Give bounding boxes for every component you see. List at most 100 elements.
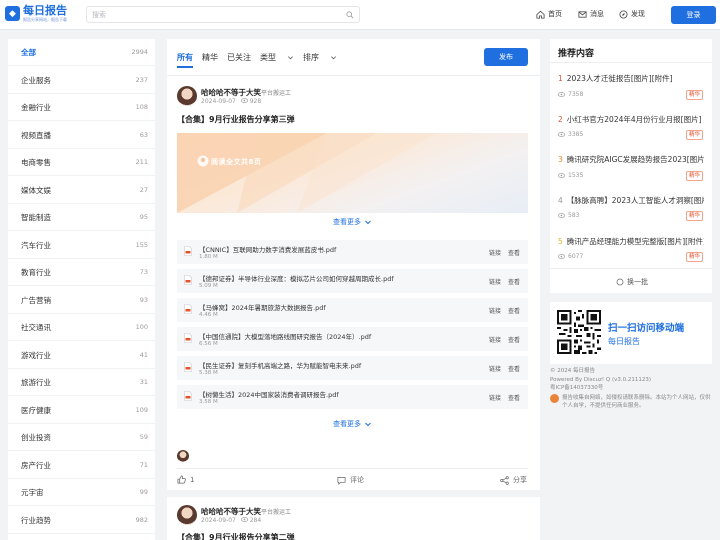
- post-title[interactable]: 【合集】9月行业报告分享第二弹: [177, 532, 295, 540]
- read-more-link[interactable]: 查看更多: [333, 217, 372, 227]
- sidebar-item-gaming[interactable]: 游戏行业 41: [8, 342, 155, 369]
- sidebar-item-manufacturing[interactable]: 智能制造 95: [8, 204, 155, 231]
- attachment-name[interactable]: 【民生证券】复刻手机高端之路，华为赋能智电未来.pdf: [199, 360, 361, 370]
- recommend-item[interactable]: 2 小红书官方2024年4月份行业月报[图片]: [558, 114, 704, 125]
- attachment-link-button[interactable]: 链接: [489, 393, 501, 402]
- sidebar-item-count: 237: [135, 76, 148, 84]
- chevron-down-icon: [365, 220, 371, 225]
- comment-button[interactable]: 评论: [337, 475, 364, 485]
- like-button[interactable]: 1: [177, 475, 194, 484]
- attachment-name[interactable]: 【CNNIC】互联网助力数字消费发展蓝皮书.pdf: [199, 244, 336, 254]
- sidebar-item-video[interactable]: 视频直播 63: [8, 122, 155, 149]
- sidebar-item-auto[interactable]: 汽车行业 155: [8, 232, 155, 259]
- search-input[interactable]: 搜索: [86, 6, 360, 23]
- attachment-name[interactable]: 【马蜂窝】2024年暑期旅游大数据报告.pdf: [199, 302, 326, 312]
- attachment-view-button[interactable]: 查看: [508, 393, 520, 402]
- attachment-name[interactable]: 【树懒生活】2024中国家装消费者调研报告.pdf: [199, 389, 339, 399]
- sidebar-item-trends[interactable]: 行业趋势 982: [8, 507, 155, 534]
- post-cover-image[interactable]: 阅读全文共8页: [177, 133, 528, 213]
- post-author[interactable]: 哈哈哈不等于大笑: [201, 87, 261, 98]
- avatar[interactable]: [177, 505, 197, 525]
- sidebar-item-label: 电商零售: [21, 157, 51, 167]
- like-count: 1: [190, 475, 195, 484]
- sidebar-item-advertising[interactable]: 广告营销 93: [8, 287, 155, 314]
- logo-text: 每日报告: [23, 4, 67, 17]
- attachment-size: 3.58 M: [199, 399, 218, 405]
- share-button[interactable]: 分享: [500, 475, 527, 485]
- attachment-name[interactable]: 【德邦证券】半导体行业深度：模拟芯片公司如何穿越周期成长.pdf: [199, 273, 394, 283]
- nav-messages[interactable]: 消息: [578, 9, 604, 19]
- author-role: 平台搬运工: [261, 509, 292, 516]
- attachment-link-button[interactable]: 链接: [489, 306, 501, 315]
- tab-sort[interactable]: 排序: [303, 52, 337, 63]
- post-title[interactable]: 【合集】9月行业报告分享第三弹: [177, 114, 295, 125]
- tab-type[interactable]: 类型: [260, 52, 294, 63]
- rank-number: 2: [558, 115, 563, 124]
- recommend-views: 6077: [558, 253, 583, 260]
- post-author[interactable]: 哈哈哈不等于大笑: [201, 506, 261, 517]
- footer-icp[interactable]: 粤ICP备14037330号: [550, 384, 712, 393]
- refresh-button[interactable]: 换一批: [616, 277, 648, 287]
- qr-subtitle: 每日报告: [608, 337, 640, 346]
- sidebar-item-all[interactable]: 全部 2994: [8, 39, 155, 66]
- liker-avatar[interactable]: [177, 450, 189, 462]
- sidebar-item-media[interactable]: 媒体文娱 27: [8, 177, 155, 204]
- sidebar-item-metaverse[interactable]: 元宇宙 99: [8, 479, 155, 506]
- site-logo[interactable]: ◆ 每日报告 报告分享网站，报告下载: [5, 5, 67, 22]
- featured-badge: 精华: [686, 130, 704, 140]
- attachment-link-button[interactable]: 链接: [489, 335, 501, 344]
- attachment-row: 【中国信通院】大模型落地路线图研究报告（2024年）.pdf 6.56 M 链接…: [177, 327, 528, 351]
- sidebar-item-label: 社交通讯: [21, 322, 51, 332]
- recommend-panel: 推荐内容 1 2023人才迁徙报告[图片][附件] 7358 精华 2 小红书官方2…: [550, 39, 712, 293]
- home-icon: [536, 10, 545, 19]
- qr-code-icon: [557, 310, 601, 354]
- refresh-icon: [616, 278, 624, 286]
- attachment-view-button[interactable]: 查看: [508, 248, 520, 257]
- sidebar-item-social[interactable]: 社交通讯 100: [8, 314, 155, 341]
- sidebar-item-education[interactable]: 教育行业 73: [8, 259, 155, 286]
- nav-discover[interactable]: 发现: [619, 9, 645, 19]
- eye-icon: [240, 98, 248, 103]
- attachments-more-label: 查看更多: [333, 420, 361, 428]
- attachment-link-button[interactable]: 链接: [489, 277, 501, 286]
- recommend-item[interactable]: 5 腾讯产品经理能力模型完整版[图片][附件]: [558, 236, 704, 247]
- eye-icon: [240, 517, 248, 522]
- sidebar-item-label: 全部: [21, 47, 36, 57]
- tab-featured[interactable]: 精华: [202, 52, 218, 63]
- rank-number: 5: [558, 237, 563, 246]
- attachment-link-button[interactable]: 链接: [489, 364, 501, 373]
- view-count: 7358: [568, 91, 584, 98]
- tab-following[interactable]: 已关注: [227, 52, 251, 63]
- publish-button[interactable]: 发布: [484, 48, 528, 66]
- attachment-view-button[interactable]: 查看: [508, 277, 520, 286]
- login-button[interactable]: 登录: [671, 6, 716, 24]
- footer-powered[interactable]: Powered By Discuz! Q (v3.0.211123): [550, 376, 712, 385]
- nav-home[interactable]: 首页: [536, 9, 562, 19]
- sidebar-item-realestate[interactable]: 房产行业 71: [8, 452, 155, 479]
- sidebar-item-travel[interactable]: 旅游行业 31: [8, 369, 155, 396]
- tab-all[interactable]: 所有: [177, 52, 193, 68]
- chevron-down-icon: [365, 422, 371, 427]
- message-icon: [578, 10, 587, 18]
- recommend-item[interactable]: 3 腾讯研究院AIGC发展趋势报告2023[图片]: [558, 154, 704, 165]
- recommend-item[interactable]: 1 2023人才迁徙报告[图片][附件]: [558, 73, 704, 84]
- sidebar-item-label: 房产行业: [21, 460, 51, 470]
- sidebar-item-venture[interactable]: 创业投资 59: [8, 424, 155, 451]
- search-icon[interactable]: [346, 11, 354, 19]
- sidebar-item-enterprise[interactable]: 企业服务 237: [8, 67, 155, 94]
- attachment-link-button[interactable]: 链接: [489, 248, 501, 257]
- category-sidebar: 全部 2994 企业服务 237 金融行业 108 视频直播 63 电商零售 211 媒体…: [8, 39, 155, 540]
- sidebar-item-count: 99: [139, 488, 148, 496]
- attachments-more-link[interactable]: 查看更多: [333, 419, 372, 429]
- attachment-view-button[interactable]: 查看: [508, 335, 520, 344]
- attachment-name[interactable]: 【中国信通院】大模型落地路线图研究报告（2024年）.pdf: [199, 331, 371, 341]
- sidebar-item-finance[interactable]: 金融行业 108: [8, 94, 155, 121]
- author-role: 平台搬运工: [261, 90, 292, 97]
- sidebar-item-healthcare[interactable]: 医疗健康 109: [8, 397, 155, 424]
- attachment-view-button[interactable]: 查看: [508, 364, 520, 373]
- featured-badge: 精华: [686, 90, 704, 100]
- sidebar-item-ecommerce[interactable]: 电商零售 211: [8, 149, 155, 176]
- recommend-item[interactable]: 4 【脉脉高聘】2023人工智能人才洞察[图片]: [558, 195, 704, 206]
- avatar[interactable]: [177, 86, 197, 106]
- attachment-view-button[interactable]: 查看: [508, 306, 520, 315]
